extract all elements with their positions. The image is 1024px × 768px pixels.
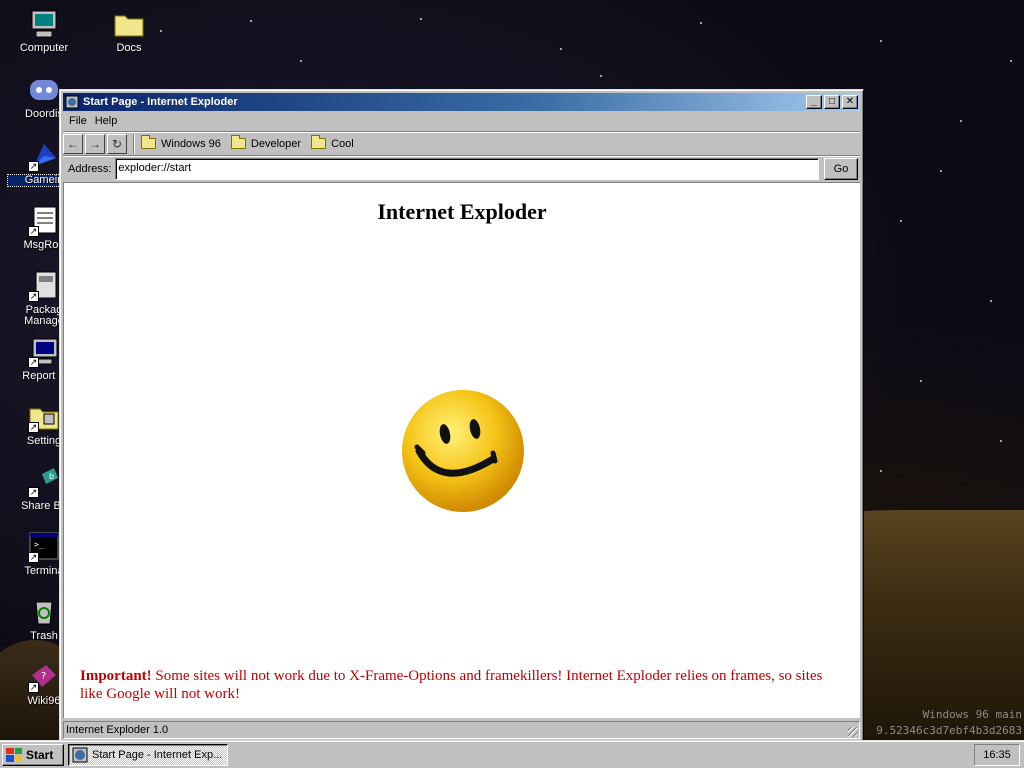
close-button[interactable]: ✕ [842,95,858,109]
forward-arrow-icon: → [89,136,101,151]
internet-exploder-icon [72,747,88,763]
discord-icon [28,74,60,106]
settings-icon: ↗ [28,401,60,433]
start-label: Start [26,747,54,762]
desktop-icon-docs[interactable]: Docs [93,8,165,54]
folder-icon [311,135,327,149]
share-icon: b ↗ [28,466,60,498]
back-button[interactable]: ← [63,133,83,154]
windows-logo-icon [6,747,22,762]
window-titlebar[interactable]: Start Page - Internet Exploder _ □ ✕ [63,93,860,111]
desktop-icon-label: Docs [116,42,142,54]
terminal-icon: >_ ↗ [28,531,60,563]
desktop-icon-label: Computer [19,42,69,54]
refresh-button[interactable]: ↻ [107,133,127,154]
forward-button[interactable]: → [85,133,105,154]
browser-window: Start Page - Internet Exploder _ □ ✕ Fil… [59,89,864,743]
refresh-icon: ↻ [111,136,123,151]
desktop-icon-computer[interactable]: Computer [8,8,80,54]
internet-exploder-icon [65,95,79,109]
status-text: Internet Exploder 1.0 [66,724,169,736]
frames-warning: Important! Some sites will not work due … [80,667,848,703]
toolbar: ← → ↻ Windows 96 Developer Cool [63,131,860,155]
toolbar-separator [133,133,135,154]
bookmark-cool[interactable]: Cool [311,135,354,150]
bookmark-label: Cool [331,137,354,150]
game-icon: ↗ [28,140,60,172]
bookmark-windows-96[interactable]: Windows 96 [141,135,221,150]
build-watermark-line2: 9.52346c3d7ebf4b3d2683 [876,724,1022,737]
taskbar: Start Start Page - Internet Exp... 16:35 [0,740,1024,768]
go-button[interactable]: Go [824,157,858,180]
menu-help[interactable]: Help [91,115,122,127]
trash-icon [28,596,60,628]
resize-grip-icon[interactable] [848,727,858,737]
address-bar: Address: exploder://start Go [63,155,860,181]
svg-text:b: b [49,472,54,481]
page-heading: Internet Exploder [377,199,547,224]
maximize-button[interactable]: □ [824,95,840,109]
svg-text:?: ? [41,671,46,682]
address-label: Address: [68,162,112,175]
maximize-icon: □ [828,96,836,107]
status-bar: Internet Exploder 1.0 [63,721,860,739]
taskbar-item-label: Start Page - Internet Exp... [92,748,223,761]
window-title: Start Page - Internet Exploder [83,96,238,108]
back-arrow-icon: ← [67,136,79,151]
menu-file[interactable]: File [65,115,91,127]
smiley-face-image [401,389,525,513]
close-icon: ✕ [845,96,855,107]
address-input[interactable]: exploder://start [115,157,819,180]
svg-text:>_: >_ [34,540,44,549]
folder-icon [113,8,145,40]
folder-icon [230,135,246,149]
build-watermark-line1: Windows 96 main [922,708,1022,721]
message-room-icon: ↗ [28,205,60,237]
warning-text: Some sites will not work due to X-Frame-… [80,668,823,702]
warning-label: Important! [80,668,152,684]
taskbar-item-internet-exploder[interactable]: Start Page - Internet Exp... [68,743,228,766]
start-button[interactable]: Start [2,743,64,766]
package-manager-icon: ↗ [28,270,60,302]
minimize-icon: _ [811,96,817,107]
page-content: Internet Exploder Important! Some sites … [63,182,860,718]
report-bug-icon: ↗ [28,336,60,368]
system-clock[interactable]: 16:35 [974,743,1020,766]
folder-icon [141,135,156,149]
menu-bar: File Help [63,111,860,131]
bookmark-label: Developer [250,137,302,150]
bookmark-developer[interactable]: Developer [230,135,302,150]
wiki-icon: ? ↗ [28,661,60,693]
minimize-button[interactable]: _ [806,95,822,109]
bookmark-label: Windows 96 [161,137,221,150]
computer-icon [28,8,60,40]
